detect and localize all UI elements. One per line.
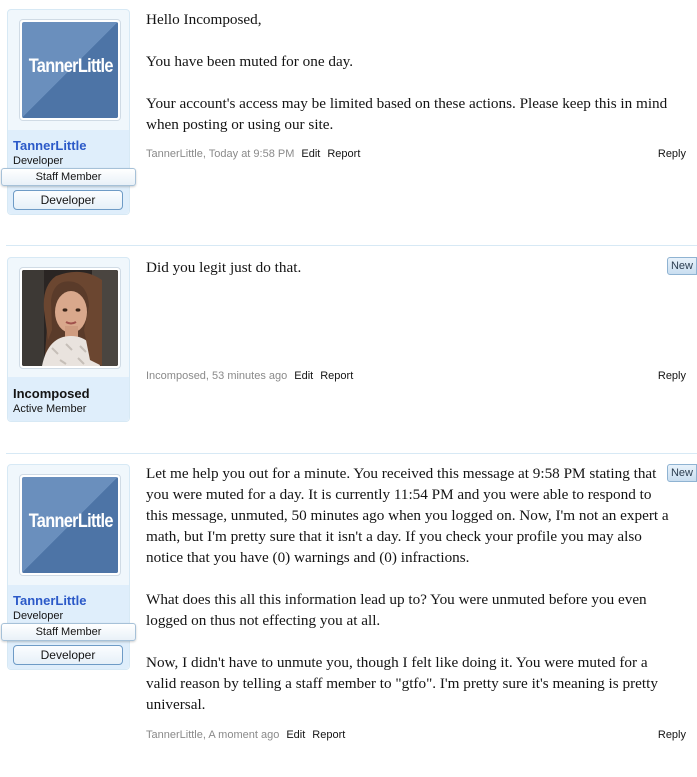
avatar[interactable]	[19, 267, 121, 369]
avatar-logo-text: TannerLittle	[28, 511, 114, 532]
message-paragraph: You have been muted for one day.	[146, 53, 354, 70]
avatar-logo-text: TannerLittle	[28, 56, 114, 77]
reply-link[interactable]: Reply	[658, 727, 686, 743]
message-paragraph: Let me help you out for a minute. You re…	[146, 465, 669, 566]
post-divider	[6, 453, 697, 454]
reply-link[interactable]: Reply	[658, 146, 686, 162]
post: TannerLittle TannerLittle Developer Staf…	[0, 0, 697, 246]
edit-link[interactable]: Edit	[301, 148, 320, 160]
message-meta: TannerLittle, A moment ago Edit Report Rep…	[146, 727, 686, 743]
username[interactable]: TannerLittle	[13, 138, 86, 153]
edit-link[interactable]: Edit	[294, 370, 313, 382]
author-timestamp[interactable]: TannerLittle, A moment ago	[146, 729, 279, 741]
new-badge: New	[667, 257, 697, 275]
message-paragraph: What does this all this information lead…	[146, 591, 647, 629]
avatar[interactable]: TannerLittle	[19, 19, 121, 121]
avatar-photo	[22, 270, 118, 366]
author-timestamp[interactable]: Incomposed, 53 minutes ago	[146, 370, 287, 382]
staff-member-banner: Staff Member	[1, 623, 136, 641]
message-paragraph: Did you legit just do that.	[146, 259, 302, 276]
report-link[interactable]: Report	[327, 148, 360, 160]
staff-member-banner: Staff Member	[1, 168, 136, 186]
message-body: Let me help you out for a minute. You re…	[146, 463, 671, 715]
message-body: Hello Incomposed, You have been muted fo…	[146, 9, 671, 135]
username[interactable]: TannerLittle	[13, 593, 86, 608]
username[interactable]: Incomposed	[13, 386, 90, 401]
author-timestamp[interactable]: TannerLittle, Today at 9:58 PM	[146, 148, 294, 160]
post: Incomposed Active Member New Did you leg…	[0, 246, 697, 455]
user-title: Active Member	[13, 403, 87, 415]
user-title: Developer	[13, 610, 64, 622]
message-thread: TannerLittle TannerLittle Developer Staf…	[0, 0, 697, 777]
post: TannerLittle TannerLittle Developer Staf…	[0, 455, 697, 777]
developer-banner: Developer	[13, 190, 123, 210]
user-panel: TannerLittle TannerLittle Developer Staf…	[1, 9, 136, 215]
message-paragraph: Your account's access may be limited bas…	[146, 95, 668, 133]
avatar-logo: TannerLittle	[22, 22, 118, 118]
message-body: Did you legit just do that.	[146, 257, 671, 278]
user-panel: Incomposed Active Member	[7, 257, 130, 422]
avatar-logo: TannerLittle	[22, 477, 118, 573]
developer-banner: Developer	[13, 645, 123, 665]
reply-link[interactable]: Reply	[658, 368, 686, 384]
user-title: Developer	[13, 155, 64, 167]
report-link[interactable]: Report	[312, 729, 345, 741]
message-meta: TannerLittle, Today at 9:58 PM Edit Report…	[146, 146, 686, 162]
message-paragraph: Now, I didn't have to unmute you, though…	[146, 654, 658, 713]
avatar[interactable]: TannerLittle	[19, 474, 121, 576]
user-panel: TannerLittle TannerLittle Developer Staf…	[1, 464, 136, 670]
message-paragraph: Hello Incomposed,	[146, 11, 262, 28]
edit-link[interactable]: Edit	[286, 729, 305, 741]
message-meta: Incomposed, 53 minutes ago Edit Report Rep…	[146, 368, 686, 384]
report-link[interactable]: Report	[320, 370, 353, 382]
new-badge: New	[667, 464, 697, 482]
